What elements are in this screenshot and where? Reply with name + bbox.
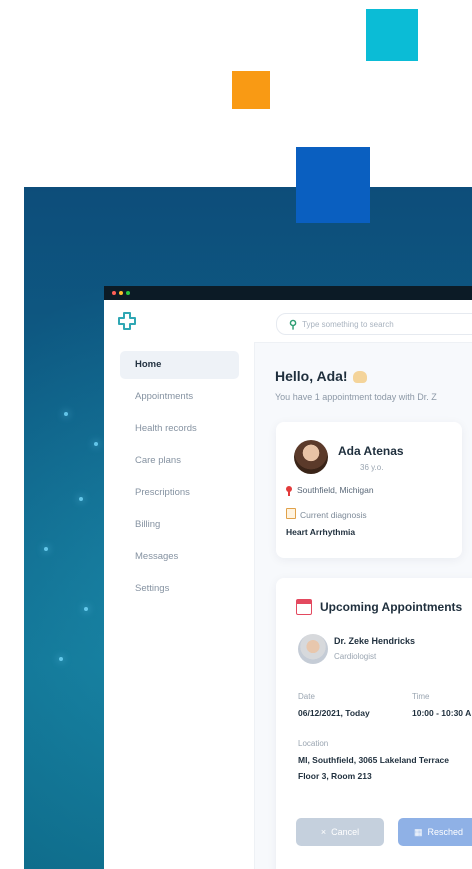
location-line-1: MI, Southfield, 3065 Lakeland Terrace bbox=[298, 755, 450, 765]
minimize-window-icon[interactable] bbox=[119, 291, 123, 295]
sidebar-item-appointments[interactable]: Appointments bbox=[120, 383, 239, 411]
window-titlebar bbox=[104, 286, 472, 300]
patient-name: Ada Atenas bbox=[338, 444, 404, 458]
glow-dot bbox=[59, 657, 63, 661]
clipboard-icon bbox=[286, 508, 296, 519]
sidebar-item-prescriptions[interactable]: Prescriptions bbox=[120, 479, 239, 507]
calendar-small-icon: ▦ bbox=[414, 827, 428, 837]
glow-dot bbox=[64, 412, 68, 416]
sidebar-item-billing[interactable]: Billing bbox=[120, 511, 239, 539]
sidebar-item-messages[interactable]: Messages bbox=[120, 543, 239, 571]
cancel-button[interactable]: × Cancel bbox=[296, 818, 384, 846]
appointments-title: Upcoming Appointments bbox=[320, 600, 463, 614]
decorative-teal-square bbox=[366, 9, 418, 61]
search-placeholder: Type something to search bbox=[302, 319, 394, 329]
date-label: Date bbox=[298, 692, 315, 701]
sidebar: Home Appointments Health records Care pl… bbox=[104, 342, 255, 869]
patient-age: 36 y.o. bbox=[360, 463, 384, 472]
main-content: Hello, Ada! You have 1 appointment today… bbox=[254, 342, 472, 869]
cancel-button-label: Cancel bbox=[331, 827, 360, 837]
cancel-icon: × bbox=[320, 827, 332, 837]
glow-dot bbox=[94, 442, 98, 446]
glow-dot bbox=[79, 497, 83, 501]
greeting-text: Hello, Ada! bbox=[275, 368, 348, 384]
glow-dot bbox=[84, 607, 88, 611]
medical-cross-logo-icon[interactable] bbox=[117, 311, 137, 331]
doctor-avatar bbox=[298, 634, 328, 664]
sidebar-item-care-plans[interactable]: Care plans bbox=[120, 447, 239, 475]
patient-location: Southfield, Michigan bbox=[286, 485, 374, 496]
decorative-blue-square bbox=[296, 147, 370, 223]
glow-dot bbox=[44, 547, 48, 551]
decorative-orange-square bbox=[232, 71, 270, 109]
top-bar: ⚲ Type something to search bbox=[104, 300, 472, 343]
close-window-icon[interactable] bbox=[112, 291, 116, 295]
maximize-window-icon[interactable] bbox=[126, 291, 130, 295]
greeting-subtitle: You have 1 appointment today with Dr. Z bbox=[275, 392, 437, 402]
time-value: 10:00 - 10:30 A bbox=[412, 708, 472, 718]
diagnosis-label-text: Current diagnosis bbox=[300, 510, 367, 520]
profile-card: Ada Atenas 36 y.o. Southfield, Michigan … bbox=[276, 422, 462, 558]
location-line-2: Floor 3, Room 213 bbox=[298, 771, 372, 781]
patient-avatar bbox=[294, 440, 328, 474]
sidebar-item-health-records[interactable]: Health records bbox=[120, 415, 239, 443]
location-label: Location bbox=[298, 739, 329, 748]
greeting-heading: Hello, Ada! bbox=[275, 368, 367, 384]
doctor-specialty: Cardiologist bbox=[334, 652, 377, 661]
sidebar-item-home[interactable]: Home bbox=[120, 351, 239, 379]
doctor-name[interactable]: Dr. Zeke Hendricks bbox=[334, 636, 415, 646]
diagnosis-value: Heart Arrhythmia bbox=[286, 527, 356, 537]
patient-location-text: Southfield, Michigan bbox=[297, 485, 374, 495]
search-input[interactable]: ⚲ Type something to search bbox=[276, 313, 472, 335]
reschedule-button-label: Resched bbox=[427, 827, 464, 837]
calendar-icon bbox=[296, 599, 312, 615]
reschedule-button[interactable]: ▦ Resched bbox=[398, 818, 472, 846]
app-window: ⚲ Type something to search Home Appointm… bbox=[104, 286, 472, 869]
waving-hand-icon bbox=[352, 371, 367, 384]
sidebar-item-settings[interactable]: Settings bbox=[120, 575, 239, 603]
upcoming-appointments-card: Upcoming Appointments Dr. Zeke Hendricks… bbox=[276, 578, 472, 869]
location-pin-icon bbox=[286, 486, 292, 496]
time-label: Time bbox=[412, 692, 430, 701]
diagnosis-label: Current diagnosis bbox=[286, 508, 367, 520]
search-icon: ⚲ bbox=[289, 318, 298, 331]
date-value: 06/12/2021, Today bbox=[298, 708, 370, 718]
